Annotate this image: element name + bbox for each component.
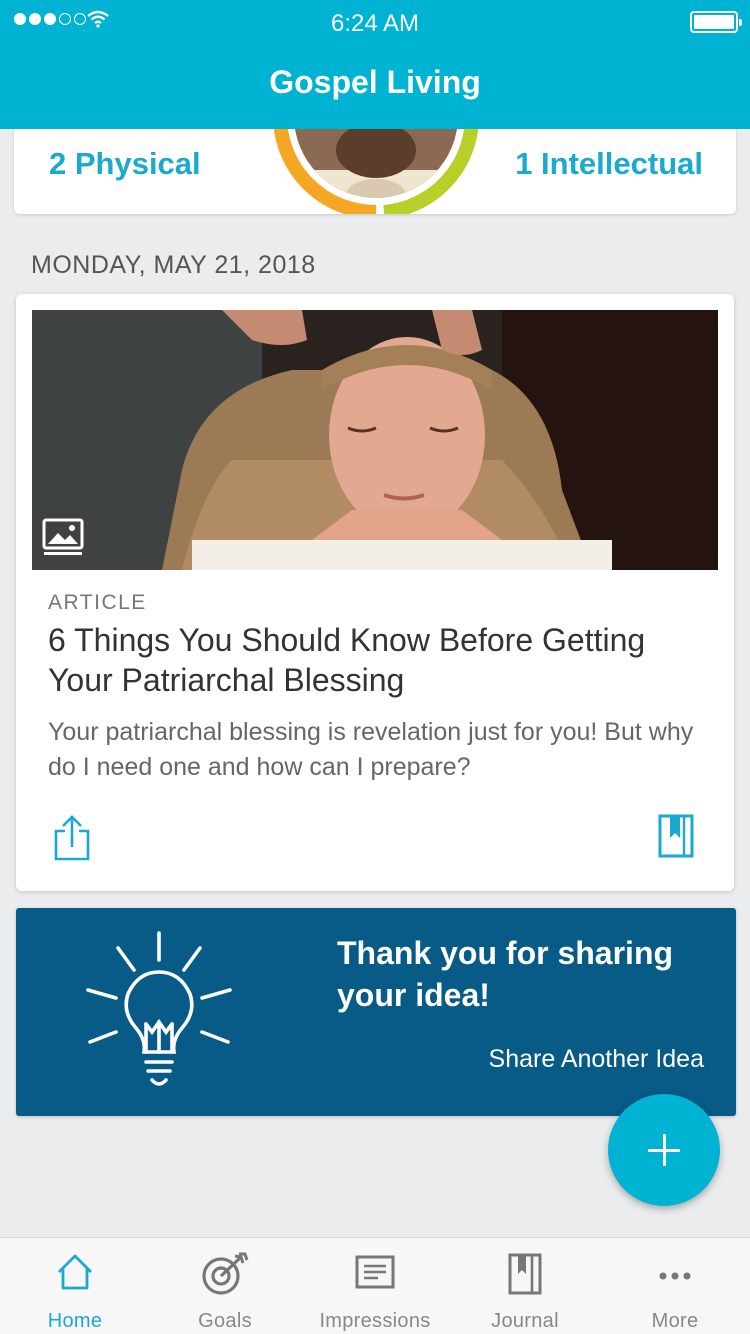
feed-date-header: MONDAY, MAY 21, 2018	[31, 251, 316, 279]
tab-more-label: More	[651, 1310, 699, 1332]
idea-thanks-message: Thank you for sharing your idea!	[337, 935, 674, 1013]
impressions-icon	[355, 1255, 395, 1289]
target-icon	[202, 1252, 249, 1295]
article-photo	[32, 310, 718, 570]
article-type-label: ARTICLE	[48, 591, 147, 614]
status-time: 6:24 AM	[330, 10, 420, 37]
tab-home-label: Home	[47, 1310, 103, 1332]
tab-home[interactable]: Home	[0, 1238, 150, 1334]
share-icon[interactable]	[52, 814, 92, 862]
tab-journal[interactable]: Journal	[450, 1238, 600, 1334]
battery-icon	[690, 11, 742, 33]
more-icon	[659, 1272, 691, 1280]
add-button[interactable]	[608, 1094, 720, 1206]
tab-goals-label: Goals	[198, 1310, 252, 1332]
idea-thanks-card: Thank you for sharing your idea! Share A…	[16, 908, 736, 1116]
intellectual-goal-count[interactable]: 1 Intellectual	[515, 146, 703, 182]
journal-icon	[508, 1253, 542, 1295]
article-card[interactable]: ARTICLE 6 Things You Should Know Before …	[16, 294, 734, 891]
app-header: 6:24 AM Gospel Living	[0, 0, 750, 129]
page-title: Gospel Living	[269, 64, 481, 100]
physical-goal-count[interactable]: 2 Physical	[49, 146, 201, 182]
tab-goals[interactable]: Goals	[150, 1238, 300, 1334]
tab-more[interactable]: More	[600, 1238, 750, 1334]
tab-impressions[interactable]: Impressions	[300, 1238, 450, 1334]
tab-impressions-label: Impressions	[319, 1310, 431, 1332]
article-description: Your patriarchal blessing is revelation …	[48, 718, 694, 781]
share-another-idea-link[interactable]: Share Another Idea	[489, 1045, 704, 1074]
bookmark-icon[interactable]	[658, 814, 696, 858]
lightbulb-icon	[86, 931, 232, 1086]
status-bar: 6:24 AM	[0, 8, 750, 38]
tab-journal-label: Journal	[491, 1310, 559, 1332]
article-image[interactable]	[32, 310, 718, 570]
article-title[interactable]: 6 Things You Should Know Before Getting …	[48, 620, 708, 700]
home-icon	[58, 1254, 92, 1290]
image-gallery-icon	[42, 518, 84, 555]
bottom-nav: Home Goals Impressions Journal More	[0, 1237, 750, 1334]
